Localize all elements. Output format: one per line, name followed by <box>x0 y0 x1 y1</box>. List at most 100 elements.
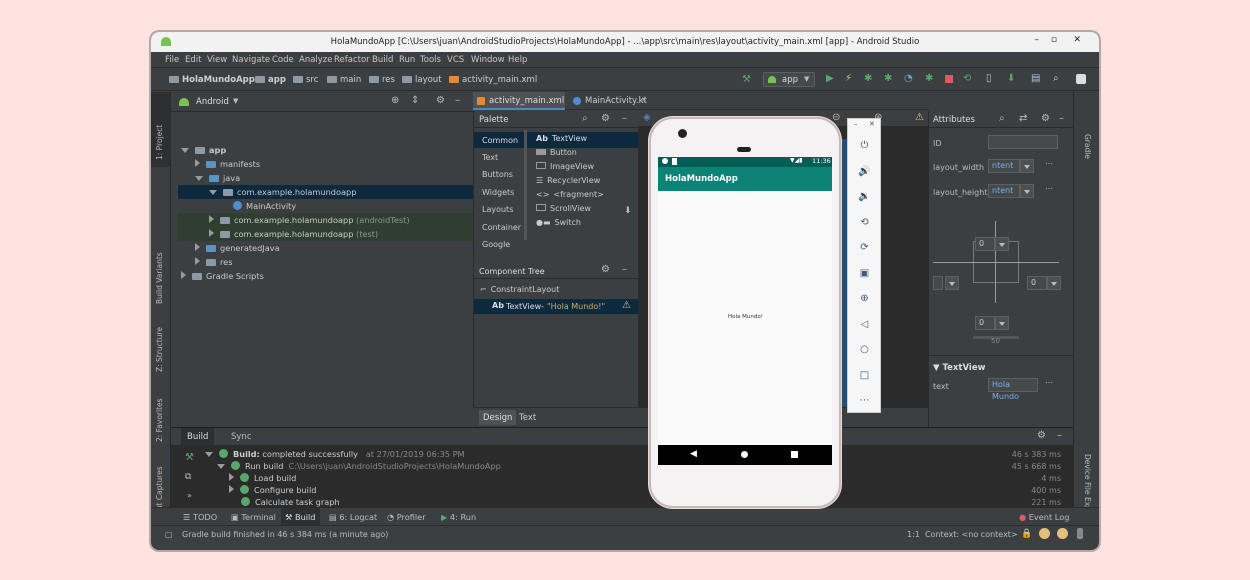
chevron-down-icon[interactable]: ▼ <box>233 97 238 105</box>
menu-vcs[interactable]: VCS <box>447 55 464 65</box>
palette-category-layouts[interactable]: Layouts <box>482 205 513 214</box>
component-textview[interactable]: Ab TextView - "Hola Mundo!" ⚠ <box>474 299 639 314</box>
palette-category-widgets[interactable]: Widgets <box>482 188 514 197</box>
hide-panel-icon[interactable]: – <box>1059 113 1064 124</box>
sdk-manager-icon[interactable]: ⬇ <box>1007 73 1015 84</box>
layout-width-input[interactable]: ntent <box>988 159 1020 173</box>
power-icon[interactable]: ⏻ <box>857 138 872 153</box>
palette-category-container[interactable]: Container <box>482 223 521 232</box>
gear-icon[interactable]: ⚙ <box>436 95 445 106</box>
layout-height-input[interactable]: ntent <box>988 184 1020 198</box>
gear-icon[interactable]: ⚙ <box>1037 430 1046 441</box>
coverage-icon[interactable]: ✱ <box>925 73 933 84</box>
zoom-icon[interactable]: ⊕ <box>857 291 872 306</box>
layout-height-dropdown[interactable] <box>1020 184 1034 198</box>
text-input[interactable]: Hola Mundo <box>988 378 1038 401</box>
tree-item-gradle-scripts[interactable]: Gradle Scripts <box>181 269 264 283</box>
tool-window-build-variants[interactable]: Build Variants <box>155 252 164 304</box>
back-nav-icon[interactable]: ◀ <box>690 449 697 459</box>
tab-run[interactable]: ▶ 4: Run <box>441 512 476 522</box>
tree-item-package-test[interactable]: com.example.holamundoapp (test) <box>209 227 378 241</box>
textview-section-header[interactable]: ▼ TextView <box>933 363 985 373</box>
warning-icon[interactable]: ⚠ <box>915 112 924 123</box>
tab-todo[interactable]: ☰ TODO <box>183 512 217 522</box>
tab-build[interactable]: ⚒ Build <box>281 508 320 525</box>
menu-window[interactable]: Window <box>471 55 505 65</box>
run-config-select[interactable]: app ▼ <box>763 72 815 87</box>
margin-top-dropdown[interactable] <box>995 237 1009 251</box>
palette-item-recyclerview[interactable]: ☰ RecyclerView <box>536 176 600 185</box>
tool-window-gradle[interactable]: Gradle <box>1083 134 1092 159</box>
palette-item-fragment[interactable]: <> <fragment> <box>536 190 604 199</box>
margin-left-dropdown[interactable] <box>945 276 959 290</box>
project-structure-icon[interactable]: ▤ <box>1031 73 1040 84</box>
volume-down-icon[interactable]: 🔉 <box>857 189 872 204</box>
hide-panel-icon[interactable]: – <box>1057 430 1062 441</box>
more-icon[interactable]: ⋯ <box>1045 378 1053 387</box>
breadcrumb-app[interactable]: app <box>255 75 286 85</box>
more-icon[interactable]: ⋯ <box>1045 184 1053 193</box>
palette-scrollbar[interactable] <box>524 130 527 240</box>
tree-item-manifests[interactable]: manifests <box>195 157 260 171</box>
palette-category-buttons[interactable]: Buttons <box>482 170 513 179</box>
tab-terminal[interactable]: ▣ Terminal <box>231 512 276 522</box>
more-options-icon[interactable]: ⋯ <box>857 393 872 408</box>
project-view-selector[interactable]: Android <box>196 97 229 107</box>
tab-build-output[interactable]: Build <box>181 428 215 445</box>
id-input[interactable] <box>988 135 1058 149</box>
toggle-view-icon[interactable]: ⇄ <box>1019 113 1027 124</box>
menu-edit[interactable]: Edit <box>185 55 201 65</box>
tab-text[interactable]: Text <box>519 413 536 423</box>
emulator-screen[interactable]: ▼◢▮ 11:36 HolaMundoApp Hola Mundo! ◀ <box>658 157 832 465</box>
hammer-icon[interactable]: ⚒ <box>742 74 751 85</box>
status-message[interactable]: Gradle build finished in 46 s 384 ms (a … <box>182 530 388 539</box>
build-row[interactable]: Run build C:\Users\juan\AndroidStudioPro… <box>217 461 501 471</box>
avd-manager-icon[interactable]: ▯ <box>986 73 992 84</box>
profiler-icon[interactable]: ◔ <box>904 73 913 84</box>
layers-icon[interactable]: ◈ <box>643 112 651 123</box>
run-icon[interactable]: ▶ <box>826 73 834 84</box>
memory-indicator-icon[interactable] <box>1077 528 1083 539</box>
close-button[interactable]: ✕ <box>1073 35 1081 45</box>
breadcrumb-main[interactable]: main <box>327 75 361 85</box>
tree-item-app[interactable]: app <box>181 143 226 157</box>
build-row[interactable]: Build: completed successfully at 27/01/2… <box>205 449 465 459</box>
palette-item-scrollview[interactable]: ScrollView <box>536 204 591 213</box>
margin-bottom-dropdown[interactable] <box>995 316 1009 330</box>
sad-face-icon[interactable] <box>1057 528 1068 539</box>
palette-item-imageview[interactable]: ImageView <box>536 162 594 171</box>
apply-changes-icon[interactable]: ⚡ <box>845 73 852 84</box>
menu-analyze[interactable]: Analyze <box>299 55 333 65</box>
tree-item-package[interactable]: com.example.holamundoapp <box>209 185 356 199</box>
tool-windows-icon[interactable]: ▢ <box>165 530 173 539</box>
layout-width-dropdown[interactable] <box>1020 159 1034 173</box>
menu-run[interactable]: Run <box>399 55 415 65</box>
toggle-view-icon[interactable]: ⧉ <box>185 472 191 482</box>
build-row[interactable]: Calculate task graph <box>241 497 340 507</box>
palette-category-google[interactable]: Google <box>482 240 510 249</box>
maximize-button[interactable]: ▫ <box>1051 35 1057 45</box>
hide-panel-icon[interactable]: – <box>622 264 627 275</box>
debug-icon[interactable]: ✱ <box>864 73 872 84</box>
tree-item-package-androidtest[interactable]: com.example.holamundoapp (androidTest) <box>209 213 410 227</box>
tree-item-mainactivity[interactable]: MainActivity <box>233 199 296 213</box>
margin-left-input[interactable] <box>933 276 943 290</box>
margin-right-dropdown[interactable] <box>1047 276 1061 290</box>
warning-icon[interactable]: ⚠ <box>622 300 631 311</box>
hide-panel-icon[interactable]: – <box>455 95 460 106</box>
attach-debugger-icon[interactable]: ✱ <box>884 73 892 84</box>
context-indicator[interactable]: Context: <no context> <box>925 530 1018 539</box>
volume-up-icon[interactable]: 🔊 <box>857 164 872 179</box>
menu-refactor[interactable]: Refactor <box>334 55 370 65</box>
breadcrumb-res[interactable]: res <box>369 75 395 85</box>
menu-help[interactable]: Help <box>508 55 527 65</box>
recents-nav-icon[interactable] <box>791 451 798 458</box>
tree-item-res[interactable]: res <box>195 255 233 269</box>
rotate-left-icon[interactable]: ⟲ <box>857 215 872 230</box>
download-icon[interactable]: ⬇ <box>624 206 632 216</box>
palette-item-textview[interactable]: Ab TextView <box>536 134 587 143</box>
smiley-icon[interactable] <box>1039 528 1050 539</box>
more-icon[interactable]: ⋯ <box>1045 159 1053 168</box>
tab-sync[interactable]: Sync <box>231 432 252 442</box>
back-icon[interactable]: ◁ <box>857 317 872 332</box>
